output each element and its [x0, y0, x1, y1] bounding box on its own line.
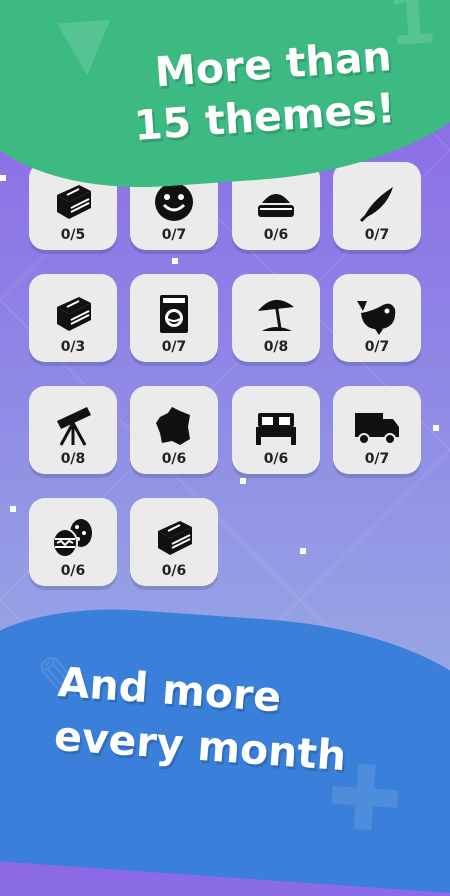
theme-progress: 0/7 [161, 227, 187, 243]
easter-eggs-icon [49, 517, 97, 559]
theme-progress: 0/6 [161, 563, 187, 579]
book-icon [49, 181, 97, 223]
truck-icon [353, 405, 401, 447]
theme-tile-feather[interactable]: 0/7 [333, 162, 421, 250]
paint-bucket-icon: ▼ [55, 0, 115, 86]
theme-progress: 0/5 [60, 227, 86, 243]
theme-tile-telescope[interactable]: 0/8 [29, 386, 117, 474]
top-headline: More than 15 themes! [129, 30, 397, 152]
telescope-icon [49, 405, 97, 447]
theme-tile-book[interactable]: 0/6 [130, 498, 218, 586]
bed-icon [252, 405, 300, 447]
washing-machine-icon [150, 293, 198, 335]
smiley-icon [150, 181, 198, 223]
theme-progress: 0/7 [161, 339, 187, 355]
france-map-icon [150, 405, 198, 447]
theme-progress: 0/6 [161, 451, 187, 467]
sparkle [0, 175, 6, 181]
theme-tile-book[interactable]: 0/3 [29, 274, 117, 362]
theme-tile-france[interactable]: 0/6 [130, 386, 218, 474]
theme-progress: 0/7 [364, 451, 390, 467]
sparkle [172, 258, 178, 264]
theme-progress: 0/3 [60, 339, 86, 355]
theme-tile-beach[interactable]: 0/8 [232, 274, 320, 362]
theme-tile-bed[interactable]: 0/6 [232, 386, 320, 474]
bottom-headline: And more every month [52, 655, 351, 783]
theme-tile-washing-machine[interactable]: 0/7 [130, 274, 218, 362]
beach-umbrella-icon [252, 293, 300, 335]
sparkle [300, 548, 306, 554]
sparkle [10, 506, 16, 512]
theme-progress: 0/6 [263, 227, 289, 243]
theme-progress: 0/6 [263, 451, 289, 467]
theme-progress: 0/8 [60, 451, 86, 467]
book-icon [150, 517, 198, 559]
sparkle [240, 478, 246, 484]
food-tray-icon [252, 181, 300, 223]
theme-tile-easter-eggs[interactable]: 0/6 [29, 498, 117, 586]
theme-progress: 0/6 [60, 563, 86, 579]
theme-progress: 0/8 [263, 339, 289, 355]
whale-icon [353, 293, 401, 335]
book-icon [49, 293, 97, 335]
number-one-icon: 1 [384, 0, 439, 63]
theme-tile-truck[interactable]: 0/7 [333, 386, 421, 474]
theme-progress: 0/7 [364, 227, 390, 243]
sparkle [433, 425, 439, 431]
theme-progress: 0/7 [364, 339, 390, 355]
feather-icon [353, 181, 401, 223]
theme-tile-whale[interactable]: 0/7 [333, 274, 421, 362]
